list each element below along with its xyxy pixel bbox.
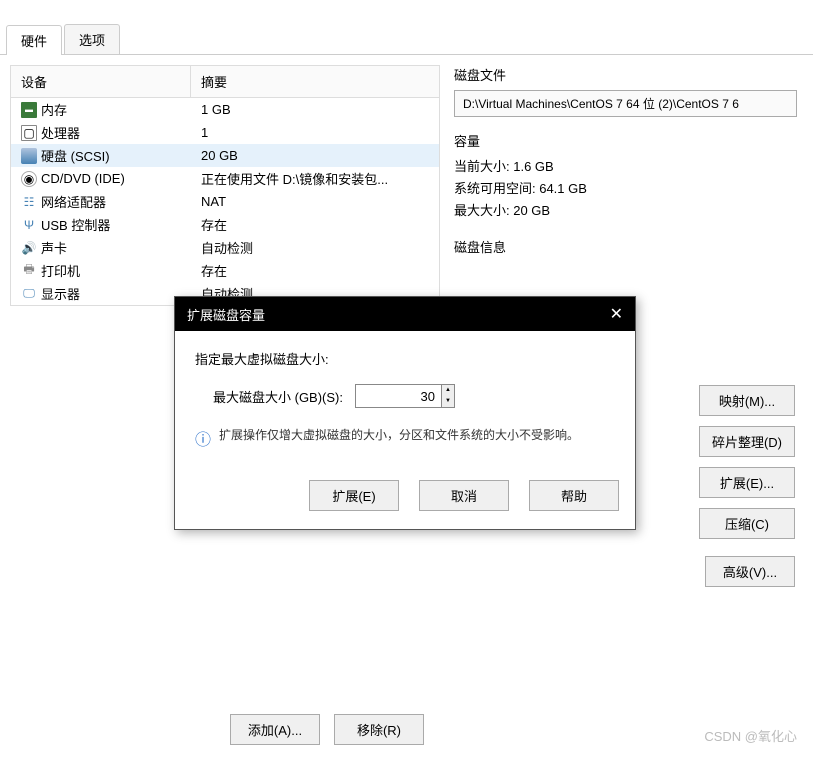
capacity-label: 容量: [454, 131, 797, 150]
disk-icon: [21, 148, 37, 164]
dev-label: 处理器: [41, 123, 80, 142]
dev-label: USB 控制器: [41, 215, 110, 234]
spinner-down-icon[interactable]: ▼: [442, 396, 454, 407]
device-list-panel: 设备 摘要 ▬内存 1 GB ▢处理器 1 硬盘 (SCSI) 20 GB ◉ C…: [10, 65, 440, 306]
usb-icon: Ψ: [21, 217, 37, 233]
tab-options[interactable]: 选项: [64, 24, 120, 54]
dialog-expand-button[interactable]: 扩展(E): [309, 480, 399, 511]
row-sound[interactable]: 🔊声卡 自动检测: [11, 236, 439, 259]
dialog-label: 指定最大虚拟磁盘大小:: [195, 349, 615, 368]
sound-icon: 🔊: [21, 240, 37, 256]
dev-label: 打印机: [41, 261, 80, 280]
row-network[interactable]: ☷网络适配器 NAT: [11, 190, 439, 213]
disk-file-label: 磁盘文件: [454, 65, 797, 84]
size-label: 最大磁盘大小 (GB)(S):: [213, 387, 343, 406]
add-button[interactable]: 添加(A)...: [230, 714, 320, 745]
printer-icon: 🖶: [21, 263, 37, 279]
dev-label: 显示器: [41, 284, 80, 303]
dev-summary: 20 GB: [191, 148, 439, 163]
size-spinner[interactable]: ▲ ▼: [355, 384, 455, 408]
info-icon: ⓘ: [195, 426, 211, 450]
dev-summary: 存在: [191, 261, 439, 280]
size-input[interactable]: [356, 386, 441, 407]
info-text: 扩展操作仅增大虚拟磁盘的大小，分区和文件系统的大小不受影响。: [219, 426, 579, 443]
tab-hardware[interactable]: 硬件: [6, 25, 62, 55]
dialog-cancel-button[interactable]: 取消: [419, 480, 509, 511]
dev-summary: 自动检测: [191, 238, 439, 257]
row-cd[interactable]: ◉ CD/DVD (IDE) 正在使用文件 D:\镜像和安装包...: [11, 167, 439, 190]
dev-summary: 1: [191, 125, 439, 140]
display-icon: 🖵: [21, 286, 37, 302]
close-icon[interactable]: ✕: [610, 304, 623, 324]
row-cpu[interactable]: ▢处理器 1: [11, 121, 439, 144]
row-usb[interactable]: ΨUSB 控制器 存在: [11, 213, 439, 236]
max-size: 最大大小: 20 GB: [454, 200, 797, 219]
network-icon: ☷: [21, 194, 37, 210]
advanced-button[interactable]: 高级(V)...: [705, 556, 795, 587]
dialog-title-text: 扩展磁盘容量: [187, 305, 265, 324]
dev-label: CD/DVD (IDE): [41, 171, 125, 186]
dev-label: 内存: [41, 100, 67, 119]
right-panel: 磁盘文件 D:\Virtual Machines\CentOS 7 64 位 (…: [448, 65, 803, 306]
row-disk[interactable]: 硬盘 (SCSI) 20 GB: [11, 144, 439, 167]
free-space: 系统可用空间: 64.1 GB: [454, 178, 797, 197]
dev-label: 声卡: [41, 238, 67, 257]
header-summary: 摘要: [191, 66, 439, 97]
dev-label: 硬盘 (SCSI): [41, 146, 110, 165]
compact-button[interactable]: 压缩(C): [699, 508, 795, 539]
expand-dialog: 扩展磁盘容量 ✕ 指定最大虚拟磁盘大小: 最大磁盘大小 (GB)(S): ▲ ▼…: [174, 296, 636, 530]
expand-button[interactable]: 扩展(E)...: [699, 467, 795, 498]
remove-button[interactable]: 移除(R): [334, 714, 424, 745]
dev-label: 网络适配器: [41, 192, 106, 211]
dev-summary: 存在: [191, 215, 439, 234]
cd-icon: ◉: [21, 171, 37, 187]
spinner-up-icon[interactable]: ▲: [442, 385, 454, 396]
disk-file-path[interactable]: D:\Virtual Machines\CentOS 7 64 位 (2)\Ce…: [454, 90, 797, 117]
disk-info-label: 磁盘信息: [454, 237, 797, 256]
header-device: 设备: [11, 66, 191, 97]
dev-summary: 1 GB: [191, 102, 439, 117]
watermark: CSDN @氧化心: [704, 726, 797, 745]
cpu-icon: ▢: [21, 125, 37, 141]
row-memory[interactable]: ▬内存 1 GB: [11, 98, 439, 121]
memory-icon: ▬: [21, 102, 37, 118]
dev-summary: NAT: [191, 194, 439, 209]
row-printer[interactable]: 🖶打印机 存在: [11, 259, 439, 282]
dialog-help-button[interactable]: 帮助: [529, 480, 619, 511]
map-button[interactable]: 映射(M)...: [699, 385, 795, 416]
current-size: 当前大小: 1.6 GB: [454, 156, 797, 175]
dev-summary: 正在使用文件 D:\镜像和安装包...: [191, 169, 439, 188]
defrag-button[interactable]: 碎片整理(D): [699, 426, 795, 457]
